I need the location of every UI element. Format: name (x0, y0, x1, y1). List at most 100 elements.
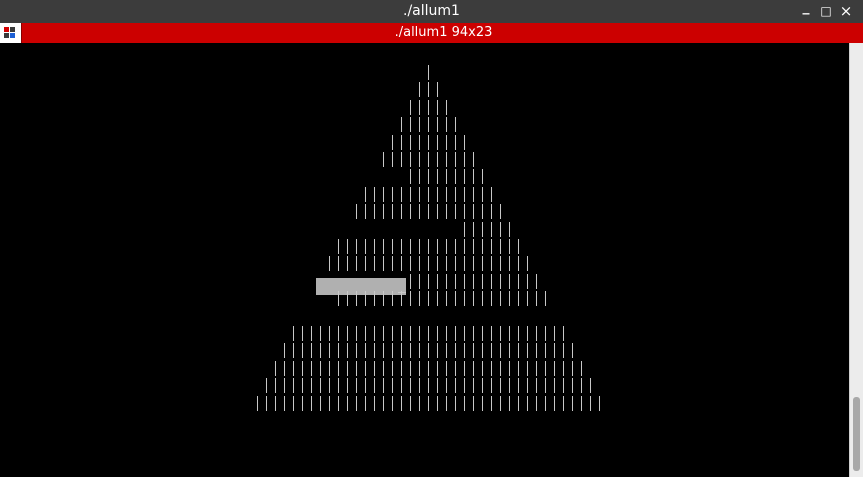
matchstick (500, 343, 502, 359)
matchstick (392, 239, 394, 254)
matchstick (410, 326, 412, 341)
terminal-menu-icon[interactable] (0, 23, 22, 43)
matchstick (464, 256, 466, 272)
matchstick (365, 239, 367, 254)
matchstick (410, 239, 412, 254)
matchstick (473, 343, 475, 359)
matchstick (464, 378, 466, 394)
matchstick (581, 395, 583, 411)
matchstick (446, 378, 448, 394)
window-titlebar[interactable]: ./allum1 _ □ × (0, 0, 863, 23)
matchstick (401, 117, 403, 133)
matchstick (410, 273, 412, 289)
matchstick (419, 134, 421, 150)
matchstick (563, 326, 565, 341)
matchstick (491, 221, 493, 237)
matchstick (365, 256, 367, 272)
matchstick (446, 186, 448, 202)
matchstick (401, 186, 403, 202)
matchstick (356, 360, 358, 376)
matchstick (455, 134, 457, 150)
matchstick (419, 256, 421, 272)
matchstick (284, 360, 286, 376)
scrollbar[interactable] (849, 43, 863, 477)
matchstick (527, 343, 529, 359)
matchstick (491, 291, 493, 307)
matchstick (356, 204, 358, 220)
matchstick (347, 239, 349, 254)
matchstick (518, 360, 520, 376)
matchstick (428, 169, 430, 185)
matchstick (464, 343, 466, 359)
matchstick (320, 395, 322, 411)
minimize-button[interactable]: _ (796, 0, 816, 17)
matchstick (419, 343, 421, 359)
scrollbar-thumb[interactable] (853, 397, 860, 471)
matchstick (383, 378, 385, 394)
matchstick (437, 239, 439, 254)
matchstick (383, 239, 385, 254)
matchstick (347, 326, 349, 341)
matchstick (365, 326, 367, 341)
matchstick (455, 291, 457, 307)
matchstick (338, 239, 340, 254)
matchstick (473, 256, 475, 272)
matchstick (437, 169, 439, 185)
matchstick (428, 152, 430, 167)
matchstick (392, 378, 394, 394)
matchstick (473, 152, 475, 167)
matchstick (446, 204, 448, 220)
matchstick (437, 186, 439, 202)
matchstick (392, 291, 394, 307)
matchstick (374, 291, 376, 307)
matchstick (410, 256, 412, 272)
matchstick (554, 378, 556, 394)
matchstick (410, 134, 412, 150)
matchstick (455, 395, 457, 411)
matchstick (392, 326, 394, 341)
matchstick (437, 360, 439, 376)
matchstick (500, 273, 502, 289)
matchstick (311, 378, 313, 394)
matchstick (509, 273, 511, 289)
matchstick (464, 134, 466, 150)
matchstick (365, 378, 367, 394)
matchstick (518, 343, 520, 359)
terminal-area[interactable] (0, 43, 849, 477)
matchstick (293, 395, 295, 411)
matchstick (509, 360, 511, 376)
matchstick (482, 343, 484, 359)
matchstick (383, 326, 385, 341)
matchstick (302, 326, 304, 341)
matchstick (509, 343, 511, 359)
matchstick (293, 378, 295, 394)
matchstick (401, 343, 403, 359)
matchstick (464, 221, 466, 237)
matchstick (500, 221, 502, 237)
matchstick (482, 204, 484, 220)
matchstick (374, 395, 376, 411)
matchstick (491, 378, 493, 394)
matchstick (401, 395, 403, 411)
matchstick (356, 378, 358, 394)
matchstick (473, 395, 475, 411)
matchstick (374, 256, 376, 272)
matchstick (527, 291, 529, 307)
matchstick (536, 326, 538, 341)
matchstick (464, 326, 466, 341)
matchstick (383, 186, 385, 202)
maximize-button[interactable]: □ (816, 1, 836, 21)
matchstick (437, 256, 439, 272)
matchstick (545, 291, 547, 307)
matchstick (464, 360, 466, 376)
matchstick (383, 343, 385, 359)
close-button[interactable]: × (836, 1, 856, 21)
matchstick (419, 326, 421, 341)
matchstick (527, 360, 529, 376)
matchstick (455, 256, 457, 272)
matchstick (509, 378, 511, 394)
matchstick (545, 343, 547, 359)
matchstick (419, 186, 421, 202)
matchstick (347, 256, 349, 272)
matchstick (536, 395, 538, 411)
